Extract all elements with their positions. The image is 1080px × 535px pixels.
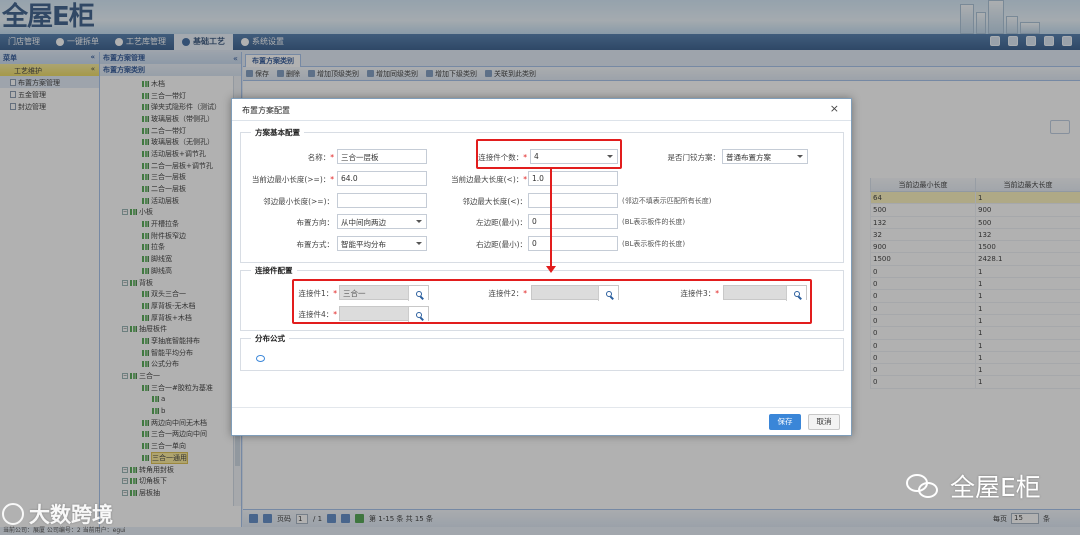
name-input[interactable]: 三合一层板 <box>337 149 427 164</box>
door-hinge-label: 是否门铰方案： <box>667 153 721 162</box>
mode-label: 布置方式： <box>296 240 335 249</box>
watermark-left-text: 大数跨境 <box>29 503 113 527</box>
highlight-connectors <box>292 279 812 324</box>
connector-config-legend: 连接件配置 <box>255 266 293 275</box>
dialog-title: 布置方案配置 <box>242 106 290 115</box>
chevron-down-icon <box>416 242 422 245</box>
watermark-left: 大数跨境 <box>2 499 113 529</box>
comment-icon[interactable] <box>256 355 265 362</box>
chevron-down-icon <box>797 155 803 158</box>
adjacent-max-hint: (邻边不填表示匹配所有长度) <box>622 197 712 205</box>
watermark-logo-icon <box>2 503 24 525</box>
save-button[interactable]: 保存 <box>769 414 801 430</box>
left-margin-input[interactable]: 0 <box>528 214 618 229</box>
watermark-right-text: 全屋E柜 <box>950 473 1041 502</box>
annotation-arrow-head <box>546 266 556 273</box>
door-hinge-select[interactable]: 普通布置方案 <box>722 149 808 164</box>
cancel-button[interactable]: 取消 <box>808 414 840 430</box>
adjacent-min-label: 邻边最小长度(>=)： <box>263 197 334 206</box>
formula-legend: 分布公式 <box>255 334 285 343</box>
close-icon[interactable]: × <box>830 102 839 115</box>
mode-value: 智能平均分布 <box>341 240 386 249</box>
annotation-arrow-line <box>550 169 552 269</box>
chevron-down-icon <box>416 220 422 223</box>
direction-label: 布置方向： <box>296 218 335 227</box>
min-length-input[interactable]: 64.0 <box>337 171 427 186</box>
adjacent-max-input[interactable] <box>528 193 618 208</box>
highlight-connector-count <box>476 139 622 169</box>
layout-config-dialog: 布置方案配置 × 方案基本配置 名称：* 三合一层板 连接件个数：* 4 是否门… <box>231 98 852 436</box>
formula-section: 分布公式 <box>240 333 844 371</box>
direction-value: 从中间向两边 <box>341 218 386 227</box>
adjacent-min-input[interactable] <box>337 193 427 208</box>
min-length-label: 当前边最小长度(>=)：* <box>251 175 334 184</box>
dialog-title-bar: 布置方案配置 × <box>232 99 851 121</box>
dialog-footer-divider <box>232 407 851 408</box>
mode-select[interactable]: 智能平均分布 <box>337 236 427 251</box>
max-length-input[interactable]: 1.0 <box>528 171 618 186</box>
basic-config-legend: 方案基本配置 <box>255 128 300 137</box>
right-margin-input[interactable]: 0 <box>528 236 618 251</box>
name-label: 名称：* <box>307 153 334 162</box>
left-margin-label: 左边距(最小)： <box>476 218 527 227</box>
max-length-label: 当前边最大长度(<)：* <box>451 175 527 184</box>
left-margin-hint: (BL表示板件的长度) <box>622 218 686 226</box>
door-hinge-value: 普通布置方案 <box>726 153 771 162</box>
right-margin-label: 右边距(最小)： <box>476 240 527 249</box>
direction-select[interactable]: 从中间向两边 <box>337 214 427 229</box>
wechat-icon <box>906 470 942 502</box>
watermark-right: 全屋E柜 <box>906 468 1041 504</box>
right-margin-hint: (BL表示板件的长度) <box>622 240 686 248</box>
adjacent-max-label: 邻边最大长度(<)： <box>462 197 527 206</box>
